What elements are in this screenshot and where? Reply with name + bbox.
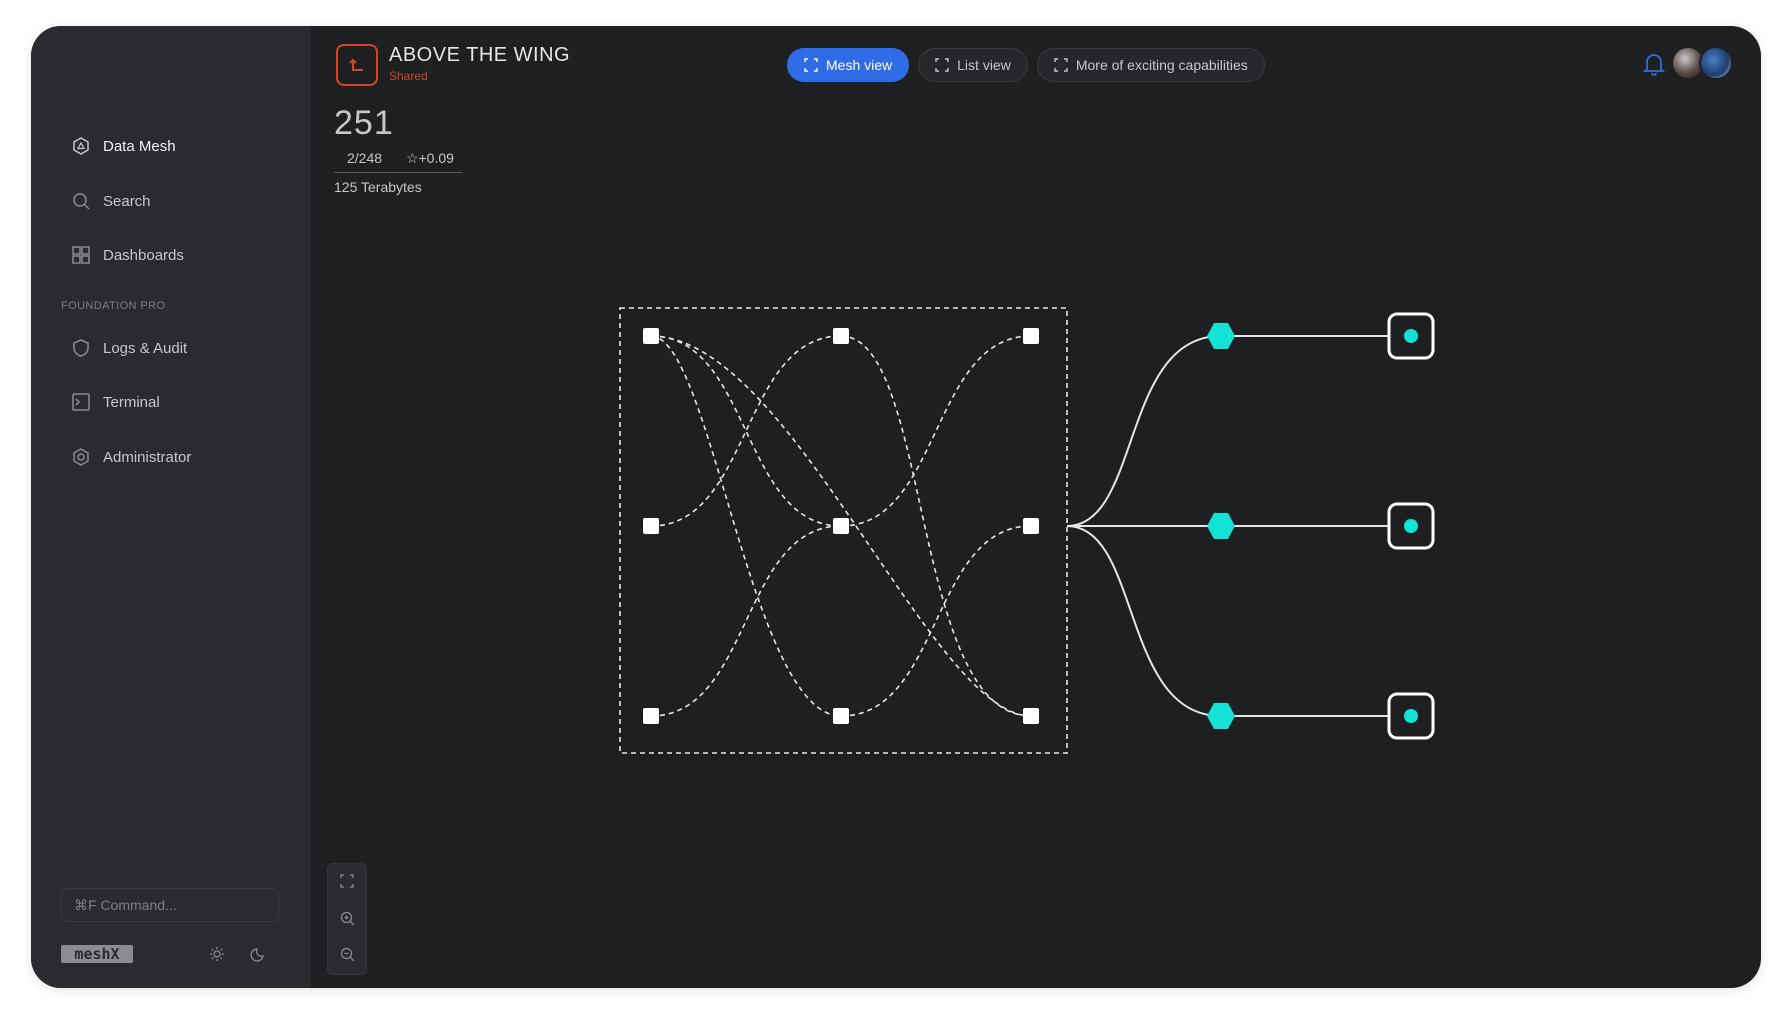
mesh-edge (840, 335, 1032, 717)
mesh-edge (650, 525, 842, 717)
mesh-node[interactable] (643, 518, 659, 534)
mesh-node[interactable] (1023, 328, 1039, 344)
output-target-dot (1404, 709, 1418, 723)
zoom-out-button[interactable] (337, 944, 357, 964)
zoom-out-icon (340, 947, 355, 962)
zoom-in-button[interactable] (337, 908, 357, 928)
mesh-diagram (619, 307, 1435, 754)
mesh-edge (840, 335, 1032, 527)
fit-view-button[interactable] (337, 871, 357, 891)
zoom-controls (327, 863, 367, 975)
hexagon-node[interactable] (1207, 703, 1235, 729)
mesh-node[interactable] (833, 708, 849, 724)
zoom-in-icon (340, 911, 355, 926)
output-target-dot (1404, 329, 1418, 343)
mesh-edge (650, 335, 842, 527)
mesh-node[interactable] (833, 328, 849, 344)
hexagon-node[interactable] (1207, 323, 1235, 349)
mesh-node[interactable] (643, 708, 659, 724)
mesh-edge (650, 335, 842, 717)
mesh-node[interactable] (1023, 708, 1039, 724)
hexagon-node[interactable] (1207, 513, 1235, 539)
output-edge (1066, 335, 1222, 527)
mesh-node[interactable] (1023, 518, 1039, 534)
mesh-node[interactable] (833, 518, 849, 534)
mesh-edge (840, 525, 1032, 717)
mesh-node[interactable] (643, 328, 659, 344)
mesh-edge (650, 335, 842, 527)
app-window: Data Mesh Search Dashboards FOUNDATION P… (31, 26, 1761, 988)
expand-icon (340, 874, 354, 888)
output-target-dot (1404, 519, 1418, 533)
output-edge (1066, 525, 1222, 717)
